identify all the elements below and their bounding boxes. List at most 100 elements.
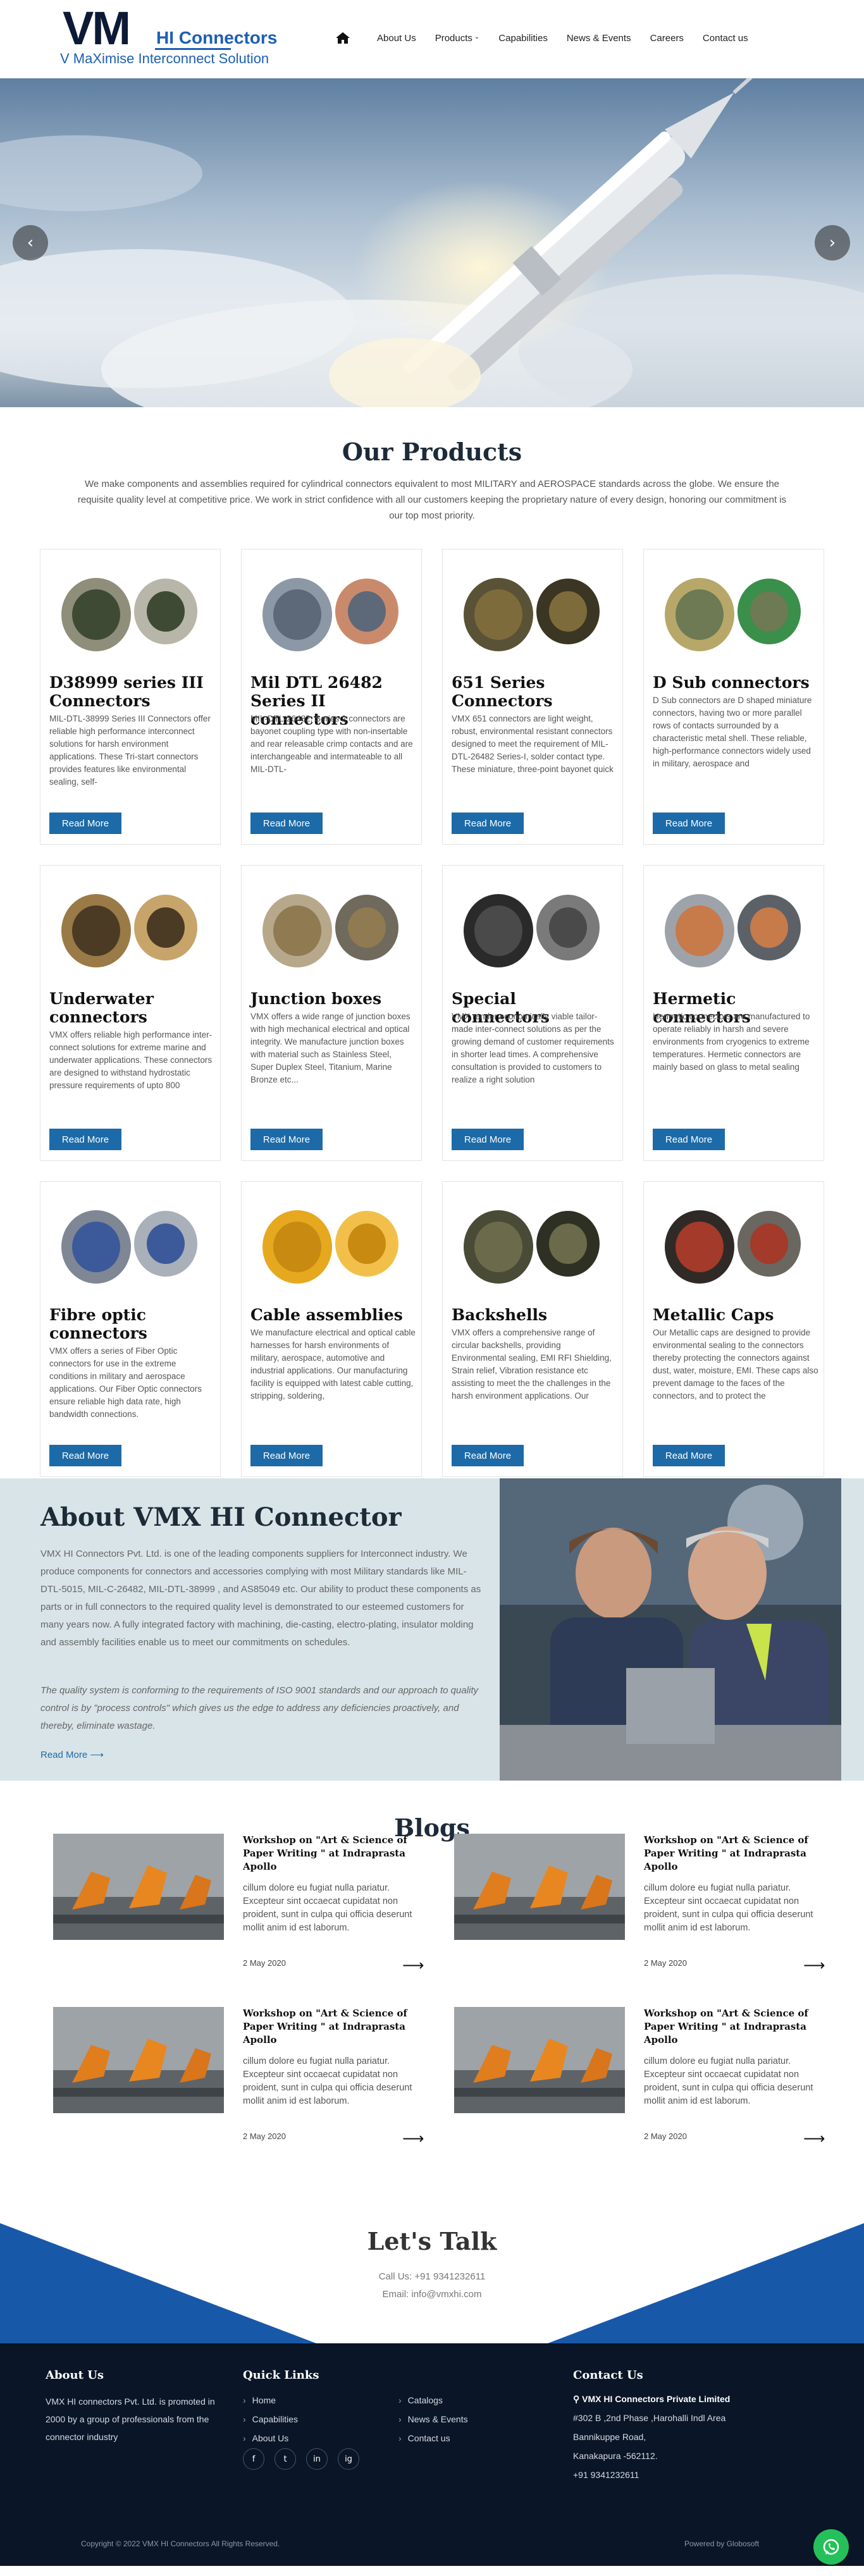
nav-contact[interactable]: Contact us xyxy=(703,33,748,44)
blog-card[interactable]: Workshop on "Art & Science of Paper Writ… xyxy=(53,1834,424,1985)
read-more-button[interactable]: Read More xyxy=(250,1129,323,1150)
product-card: Fibre optic connectors VMX offers a serie… xyxy=(40,1181,221,1477)
read-more-button[interactable]: Read More xyxy=(452,1445,524,1466)
footer-link-home[interactable]: Home xyxy=(243,2395,276,2405)
arrow-right-icon[interactable]: ⟶ xyxy=(402,2130,424,2147)
lets-talk-title: Let's Talk xyxy=(367,2227,497,2255)
twitter-icon[interactable]: t xyxy=(275,2448,296,2470)
arrow-right-icon[interactable]: ⟶ xyxy=(402,1956,424,1974)
product-card: 651 Series Connectors VMX 651 connectors … xyxy=(442,549,623,845)
slider-prev-button[interactable]: ‹ xyxy=(13,225,48,261)
talk-email[interactable]: Email: info@vmxhi.com xyxy=(0,2289,864,2300)
hero-slider: ‹ › xyxy=(0,78,864,407)
product-description: VMX offers a comprehensive range of circ… xyxy=(452,1328,612,1401)
footer-about-text: VMX HI connectors Pvt. Ltd. is promoted … xyxy=(46,2396,215,2442)
lets-talk-section: Let's Talk Call Us: +91 9341232611 Email… xyxy=(0,2223,864,2343)
instagram-icon[interactable]: ig xyxy=(338,2448,359,2470)
read-more-button[interactable]: Read More xyxy=(49,1129,121,1150)
talk-phone[interactable]: Call Us: +91 9341232611 xyxy=(0,2271,864,2282)
product-image xyxy=(448,555,619,668)
product-description: VMX render economically viable tailor-ma… xyxy=(452,1012,614,1084)
blog-title[interactable]: Workshop on "Art & Science of Paper Writ… xyxy=(243,1834,420,1874)
blog-card[interactable]: Workshop on "Art & Science of Paper Writ… xyxy=(53,2007,424,2159)
read-more-button[interactable]: Read More xyxy=(452,1129,524,1150)
read-more-button[interactable]: Read More xyxy=(653,1445,725,1466)
linkedin-icon[interactable]: in xyxy=(306,2448,328,2470)
blog-title[interactable]: Workshop on "Art & Science of Paper Writ… xyxy=(243,2007,420,2047)
product-card: Hermetic connectors Hermetic connectors a… xyxy=(643,865,824,1161)
product-image xyxy=(247,1187,417,1301)
nav-news[interactable]: News & Events xyxy=(567,33,631,44)
footer-phone[interactable]: +91 9341232611 xyxy=(573,2466,639,2484)
footer-link-about[interactable]: About Us xyxy=(243,2433,289,2443)
product-image xyxy=(46,871,216,984)
product-description: MIL-DTL-26482, Series 2 connectors are b… xyxy=(250,714,413,774)
powered-by-text[interactable]: Powered by Globosoft xyxy=(684,2539,759,2548)
arrow-right-icon[interactable]: ⟶ xyxy=(803,2130,825,2147)
footer-link-capabilities[interactable]: Capabilities xyxy=(243,2414,298,2424)
read-more-button[interactable]: Read More xyxy=(49,813,121,834)
nav-products[interactable]: Products ⌄ xyxy=(435,33,480,44)
blog-excerpt: cillum dolore eu fugiat nulla pariatur. … xyxy=(243,1883,412,1933)
footer-link-contact[interactable]: Contact us xyxy=(398,2433,450,2443)
quality-paragraph: The quality system is conforming to the … xyxy=(40,1685,479,1731)
logo-letters: VM xyxy=(63,2,131,54)
footer-links-title: Quick Links xyxy=(243,2369,319,2382)
footer-link-news[interactable]: News & Events xyxy=(398,2414,468,2424)
blog-date: 2 May 2020 xyxy=(243,2131,286,2141)
whatsapp-icon[interactable] xyxy=(813,2529,849,2565)
blog-excerpt: cillum dolore eu fugiat nulla pariatur. … xyxy=(644,1883,813,1933)
arrow-right-icon[interactable]: ⟶ xyxy=(803,1956,825,1974)
read-more-button[interactable]: Read More xyxy=(653,1129,725,1150)
product-title: Junction boxes xyxy=(250,990,382,1008)
about-paragraph: VMX HI Connectors Pvt. Ltd. is one of th… xyxy=(40,1549,481,1648)
read-more-button[interactable]: Read More xyxy=(250,1445,323,1466)
blog-date: 2 May 2020 xyxy=(644,1958,687,1968)
footer-link-catalogs[interactable]: Catalogs xyxy=(398,2395,443,2405)
facebook-icon[interactable]: f xyxy=(243,2448,264,2470)
home-icon[interactable] xyxy=(335,32,350,44)
read-more-button[interactable]: Read More xyxy=(452,813,524,834)
product-card: Underwater connectors VMX offers reliable… xyxy=(40,865,221,1161)
footer-about-title: About Us xyxy=(46,2369,104,2382)
blogs-section: Blogs Workshop on "Art & Science of Pape… xyxy=(0,1781,864,2223)
product-title: Fibre optic connectors xyxy=(49,1306,147,1342)
blog-excerpt: cillum dolore eu fugiat nulla pariatur. … xyxy=(243,2056,412,2106)
logo-brand: HI Connectors xyxy=(156,28,278,47)
copyright-text: Copyright © 2022 VMX HI Connectors All R… xyxy=(81,2539,280,2548)
product-description: VMX offers a series of Fiber Optic conne… xyxy=(49,1346,202,1419)
blog-title[interactable]: Workshop on "Art & Science of Paper Writ… xyxy=(644,2007,821,2047)
footer-address-line3: Kanakapura -562112. xyxy=(573,2451,658,2461)
product-description: MIL-DTL-38999 Series III Connectors offe… xyxy=(49,714,211,787)
footer-address-line2: Bannikuppe Road, xyxy=(573,2432,646,2442)
read-more-button[interactable]: Read More xyxy=(653,813,725,834)
nav-about[interactable]: About Us xyxy=(377,33,416,44)
nav-capabilities[interactable]: Capabilities xyxy=(498,33,548,44)
product-description: We manufacture electrical and optical ca… xyxy=(250,1328,416,1401)
product-description: VMX offers reliable high performance int… xyxy=(49,1030,213,1090)
company-name-text: VMX HI Connectors Private Limited xyxy=(582,2394,731,2404)
blog-image xyxy=(454,2007,625,2113)
slider-next-button[interactable]: › xyxy=(815,225,850,261)
product-description: VMX offers a wide range of junction boxe… xyxy=(250,1012,410,1084)
blog-title[interactable]: Workshop on "Art & Science of Paper Writ… xyxy=(644,1834,821,1874)
about-read-more-link[interactable]: Read More ⟶ xyxy=(40,1749,104,1760)
logo-tagline: V MaXimise Interconnect Solution xyxy=(60,51,269,66)
company-logo[interactable]: VM HI Connectors V MaXimise Interconnect… xyxy=(60,4,288,72)
blog-card[interactable]: Workshop on "Art & Science of Paper Writ… xyxy=(454,1834,825,1985)
product-card: Metallic Caps Our Metallic caps are desig… xyxy=(643,1181,824,1477)
read-more-button[interactable]: Read More xyxy=(250,813,323,834)
nav-careers[interactable]: Careers xyxy=(650,33,684,44)
chevron-right-icon: › xyxy=(829,233,836,252)
blog-image xyxy=(454,1834,625,1940)
product-description: Hermetic connectors are manufactured to … xyxy=(653,1012,810,1072)
site-footer: About Us VMX HI connectors Pvt. Ltd. is … xyxy=(0,2343,864,2566)
blog-date: 2 May 2020 xyxy=(644,2131,687,2141)
engineers-photo xyxy=(500,1478,841,1781)
products-title: Our Products xyxy=(342,438,522,466)
read-more-button[interactable]: Read More xyxy=(49,1445,121,1466)
blog-image xyxy=(53,1834,224,1940)
product-card: Cable assemblies We manufacture electrica… xyxy=(241,1181,422,1477)
blog-card[interactable]: Workshop on "Art & Science of Paper Writ… xyxy=(454,2007,825,2159)
site-header: VM HI Connectors V MaXimise Interconnect… xyxy=(0,0,864,78)
